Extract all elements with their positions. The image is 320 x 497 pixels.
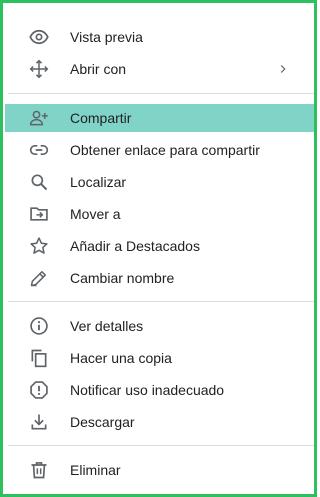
pencil-icon [29,268,49,288]
menu-divider [8,301,314,302]
menu-item-label: Descargar [70,414,135,430]
download-icon [29,412,49,432]
menu-item-label: Localizar [70,174,127,190]
menu-item-move-to[interactable]: Mover a [5,200,314,228]
chevron-right-icon [276,61,290,77]
menu-item-label: Obtener enlace para compartir [70,142,260,158]
menu-item-label: Notificar uso inadecuado [70,382,225,398]
menu-item-open-with[interactable]: Abrir con [5,55,314,83]
menu-item-label: Añadir a Destacados [70,238,200,254]
menu-item-label: Mover a [70,206,121,222]
menu-item-label: Eliminar [70,462,121,478]
menu-item-add-starred[interactable]: Añadir a Destacados [5,232,314,260]
menu-item-locate[interactable]: Localizar [5,168,314,196]
menu-item-preview[interactable]: Vista previa [5,23,314,51]
menu-item-label: Hacer una copia [70,350,172,366]
report-icon [29,380,49,400]
menu-divider [8,445,314,446]
move-arrows-icon [29,59,49,79]
menu-item-label: Abrir con [70,61,127,77]
link-icon [29,140,49,160]
menu-item-label: Cambiar nombre [70,270,175,286]
trash-icon [29,460,49,480]
star-outline-icon [29,236,49,256]
eye-icon [29,27,49,47]
menu-item-download[interactable]: Descargar [5,408,314,436]
menu-item-share[interactable]: Compartir [5,104,314,132]
copy-icon [29,348,49,368]
menu-item-label: Ver detalles [70,318,144,334]
menu-item-report-abuse[interactable]: Notificar uso inadecuado [5,376,314,404]
menu-item-delete[interactable]: Eliminar [5,456,314,484]
info-icon [29,316,49,336]
menu-item-details[interactable]: Ver detalles [5,312,314,340]
menu-item-label: Compartir [70,110,132,126]
folder-move-icon [29,204,49,224]
menu-item-rename[interactable]: Cambiar nombre [5,264,314,292]
menu-item-make-copy[interactable]: Hacer una copia [5,344,314,372]
menu-divider [8,93,314,94]
search-icon [29,172,49,192]
menu-frame: Vista previa Abrir con Compartir Obtener… [0,0,317,497]
menu-item-get-link[interactable]: Obtener enlace para compartir [5,136,314,164]
person-add-icon [29,108,49,128]
menu-item-label: Vista previa [70,29,143,45]
